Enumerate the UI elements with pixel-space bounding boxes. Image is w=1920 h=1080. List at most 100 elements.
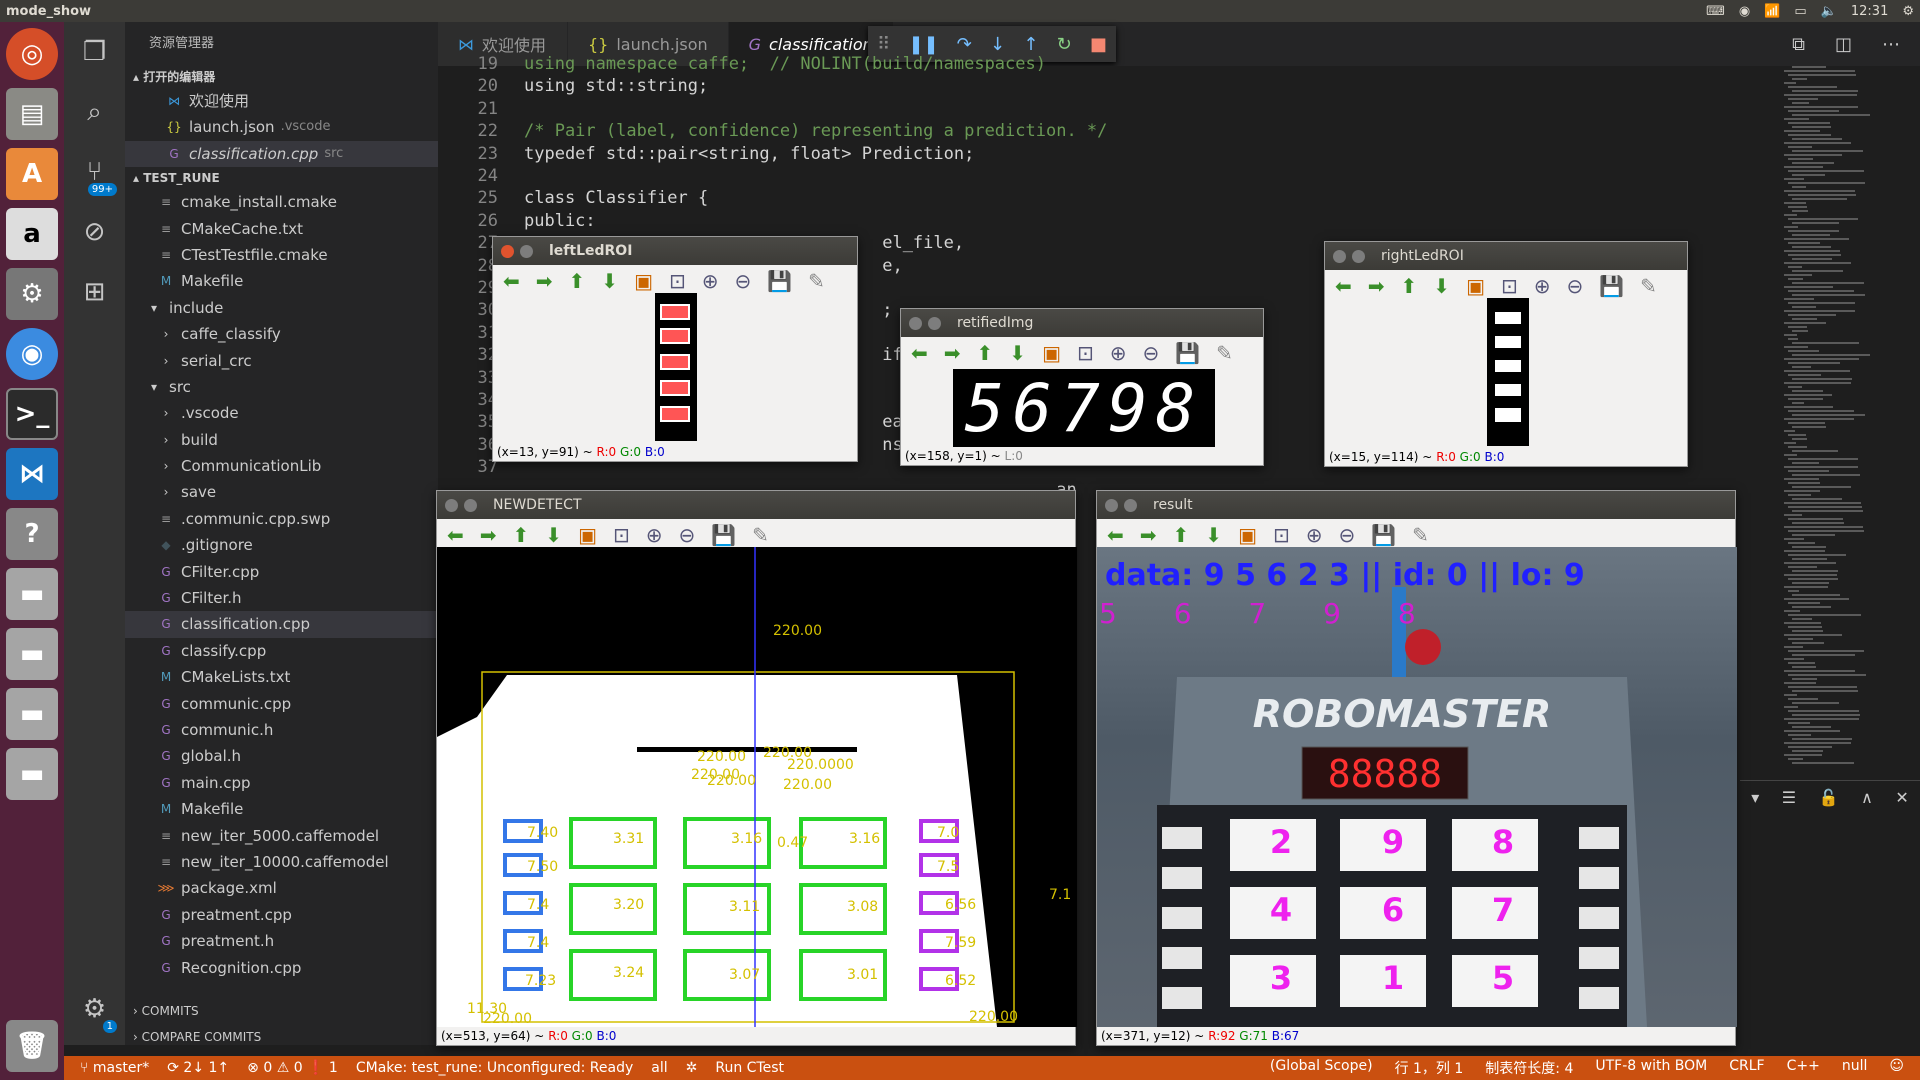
problems-indicator[interactable]: ⊗ 0 ⚠ 0 ❗ 1 — [247, 1060, 338, 1076]
run-ctest-button[interactable]: Run CTest — [715, 1060, 784, 1076]
save-icon[interactable]: 💾 — [1599, 274, 1624, 298]
file-tree-item[interactable]: ≡ .communic.cpp.swp — [125, 506, 438, 532]
file-tree-item[interactable]: › serial_crc — [125, 348, 438, 374]
arrow-down-icon[interactable]: ⬇ — [601, 269, 618, 293]
code-line[interactable]: typedef std::pair<string, float> Predict… — [524, 144, 974, 164]
file-tree-item[interactable]: Gcommunic.h — [125, 717, 438, 743]
drive-icon[interactable]: ▬ — [6, 688, 58, 740]
open-editors-section[interactable]: ▴ 打开的编辑器 — [125, 66, 438, 88]
properties-icon[interactable]: ✎ — [808, 269, 825, 293]
arrow-left-icon[interactable]: ⬅ — [447, 523, 464, 547]
window-result[interactable]: result ⬅ ➡ ⬆ ⬇ ▣ ⊡ ⊕ ⊖ 💾 ✎ ROBOMASTER 88888 2 9 8 — [1096, 490, 1737, 1046]
arrow-right-icon[interactable]: ➡ — [480, 523, 497, 547]
code-line[interactable]: using std::string; — [524, 76, 708, 96]
image-icon[interactable]: ▣ — [1238, 523, 1257, 547]
settings-icon[interactable]: ⚙ — [6, 268, 58, 320]
minimap[interactable] — [1780, 66, 1920, 776]
file-tree-item[interactable]: › save — [125, 479, 438, 505]
image-icon[interactable]: ▣ — [1042, 341, 1061, 365]
zoom-in-icon[interactable]: ⊕ — [1534, 274, 1551, 298]
file-tree-item[interactable]: ≡ cmake_install.cmake — [125, 189, 438, 215]
properties-icon[interactable]: ✎ — [1640, 274, 1657, 298]
file-tree-item[interactable]: Gpreatment.cpp — [125, 902, 438, 928]
encoding[interactable]: UTF-8 with BOM — [1595, 1058, 1707, 1078]
restart-icon[interactable]: ↻ — [1057, 34, 1072, 55]
file-tree-item[interactable]: ▾ src — [125, 374, 438, 400]
zoom-in-icon[interactable]: ⊕ — [1110, 341, 1127, 365]
minimize-icon[interactable] — [1352, 249, 1365, 263]
code-line[interactable]: class Classifier { — [524, 188, 708, 208]
zoom-in-icon[interactable]: ⊕ — [1306, 523, 1323, 547]
compare-commits-section[interactable]: › COMPARE COMMITS — [125, 1026, 438, 1048]
minimize-icon[interactable] — [520, 244, 533, 258]
window-titlebar[interactable]: NEWDETECT — [437, 491, 1075, 519]
vscode-icon[interactable]: ⋈ — [6, 448, 58, 500]
file-tree-item[interactable]: › build — [125, 427, 438, 453]
file-tree-item[interactable]: M Makefile — [125, 796, 438, 822]
file-tree-item[interactable]: ≡ CTestTestfile.cmake — [125, 242, 438, 268]
file-tree-item[interactable]: Gcommunic.cpp — [125, 691, 438, 717]
amazon-icon[interactable]: a — [6, 208, 58, 260]
arrow-down-icon[interactable]: ⬇ — [1009, 341, 1026, 365]
chrome-icon[interactable]: ◉ — [6, 328, 58, 380]
drive-icon[interactable]: ▬ — [6, 748, 58, 800]
file-tree-item[interactable]: ◆ .gitignore — [125, 532, 438, 558]
pause-icon[interactable]: ❚❚ — [908, 34, 938, 55]
commits-section[interactable]: › COMMITS — [125, 1000, 438, 1022]
arrow-up-icon[interactable]: ⬆ — [977, 341, 994, 365]
cursor-position[interactable]: 行 1，列 1 — [1395, 1058, 1464, 1078]
code-line[interactable]: using namespace caffe; // NOLINT(build/n… — [524, 54, 1046, 74]
close-icon[interactable] — [445, 498, 458, 512]
zoom-out-icon[interactable]: ⊖ — [1143, 341, 1160, 365]
more-actions-icon[interactable]: ⋯ — [1882, 34, 1900, 55]
close-icon[interactable] — [909, 316, 922, 330]
zoom-out-icon[interactable]: ⊖ — [1339, 523, 1356, 547]
drive-icon[interactable]: ▬ — [6, 568, 58, 620]
maximize-icon[interactable]: ∧ — [1861, 788, 1873, 807]
debug-icon[interactable]: ⊘ — [64, 202, 125, 262]
battery-icon[interactable]: ▭ — [1794, 4, 1806, 19]
bug-icon[interactable]: ✲ — [686, 1060, 698, 1076]
status-extra[interactable]: null — [1842, 1058, 1868, 1078]
keyboard-icon[interactable]: ⌨ — [1706, 4, 1725, 19]
file-tree-item[interactable]: M CMakeLists.txt — [125, 664, 438, 690]
arrow-left-icon[interactable]: ⬅ — [503, 269, 520, 293]
files-icon[interactable]: ▤ — [6, 88, 58, 140]
split-editor-icon[interactable]: ◫ — [1835, 34, 1852, 55]
arrow-up-icon[interactable]: ⬆ — [513, 523, 530, 547]
tab-size[interactable]: 制表符长度: 4 — [1485, 1058, 1573, 1078]
trash-icon[interactable]: 🗑 — [6, 1020, 58, 1072]
open-changes-icon[interactable]: ⧉ — [1792, 34, 1805, 55]
software-icon[interactable]: A — [6, 148, 58, 200]
file-tree-item[interactable]: G Recognition.cpp — [125, 955, 438, 981]
search-icon[interactable]: ⌕ — [64, 82, 125, 142]
chrome-tray-icon[interactable]: ◉ — [1739, 4, 1750, 19]
help-icon[interactable]: ? — [6, 508, 58, 560]
arrow-down-icon[interactable]: ⬇ — [545, 523, 562, 547]
arrow-right-icon[interactable]: ➡ — [1368, 274, 1385, 298]
zoom-out-icon[interactable]: ⊖ — [1567, 274, 1584, 298]
zoom-in-icon[interactable]: ⊕ — [646, 523, 663, 547]
arrow-left-icon[interactable]: ⬅ — [1335, 274, 1352, 298]
feedback-icon[interactable]: ☺ — [1889, 1058, 1904, 1078]
minimize-icon[interactable] — [464, 498, 477, 512]
drive-icon[interactable]: ▬ — [6, 628, 58, 680]
minimize-icon[interactable] — [1124, 498, 1137, 512]
scope-indicator[interactable]: (Global Scope) — [1270, 1058, 1373, 1078]
window-titlebar[interactable]: leftLedROI — [493, 237, 857, 265]
arrow-up-icon[interactable]: ⬆ — [1401, 274, 1418, 298]
file-tree-item[interactable]: Gclassification.cpp — [125, 611, 438, 638]
zoom-out-icon[interactable]: ⊖ — [735, 269, 752, 293]
zoom-out-icon[interactable]: ⊖ — [679, 523, 696, 547]
zoom-fit-icon[interactable]: ⊡ — [669, 269, 686, 293]
manage-gear-icon[interactable]: ⚙ 1 — [64, 979, 125, 1039]
arrow-left-icon[interactable]: ⬅ — [1107, 523, 1124, 547]
step-out-icon[interactable]: ↑ — [1023, 34, 1038, 55]
branch-indicator[interactable]: ⑂ master* — [80, 1060, 149, 1076]
properties-icon[interactable]: ✎ — [1412, 523, 1429, 547]
save-icon[interactable]: 💾 — [711, 523, 736, 547]
window-titlebar[interactable]: result — [1097, 491, 1735, 519]
zoom-fit-icon[interactable]: ⊡ — [1273, 523, 1290, 547]
arrow-down-icon[interactable]: ⬇ — [1433, 274, 1450, 298]
window-newdetect[interactable]: NEWDETECT ⬅ ➡ ⬆ ⬇ ▣ ⊡ ⊕ ⊖ 💾 ✎ 220.00 220.00 220.0… — [436, 490, 1077, 1046]
